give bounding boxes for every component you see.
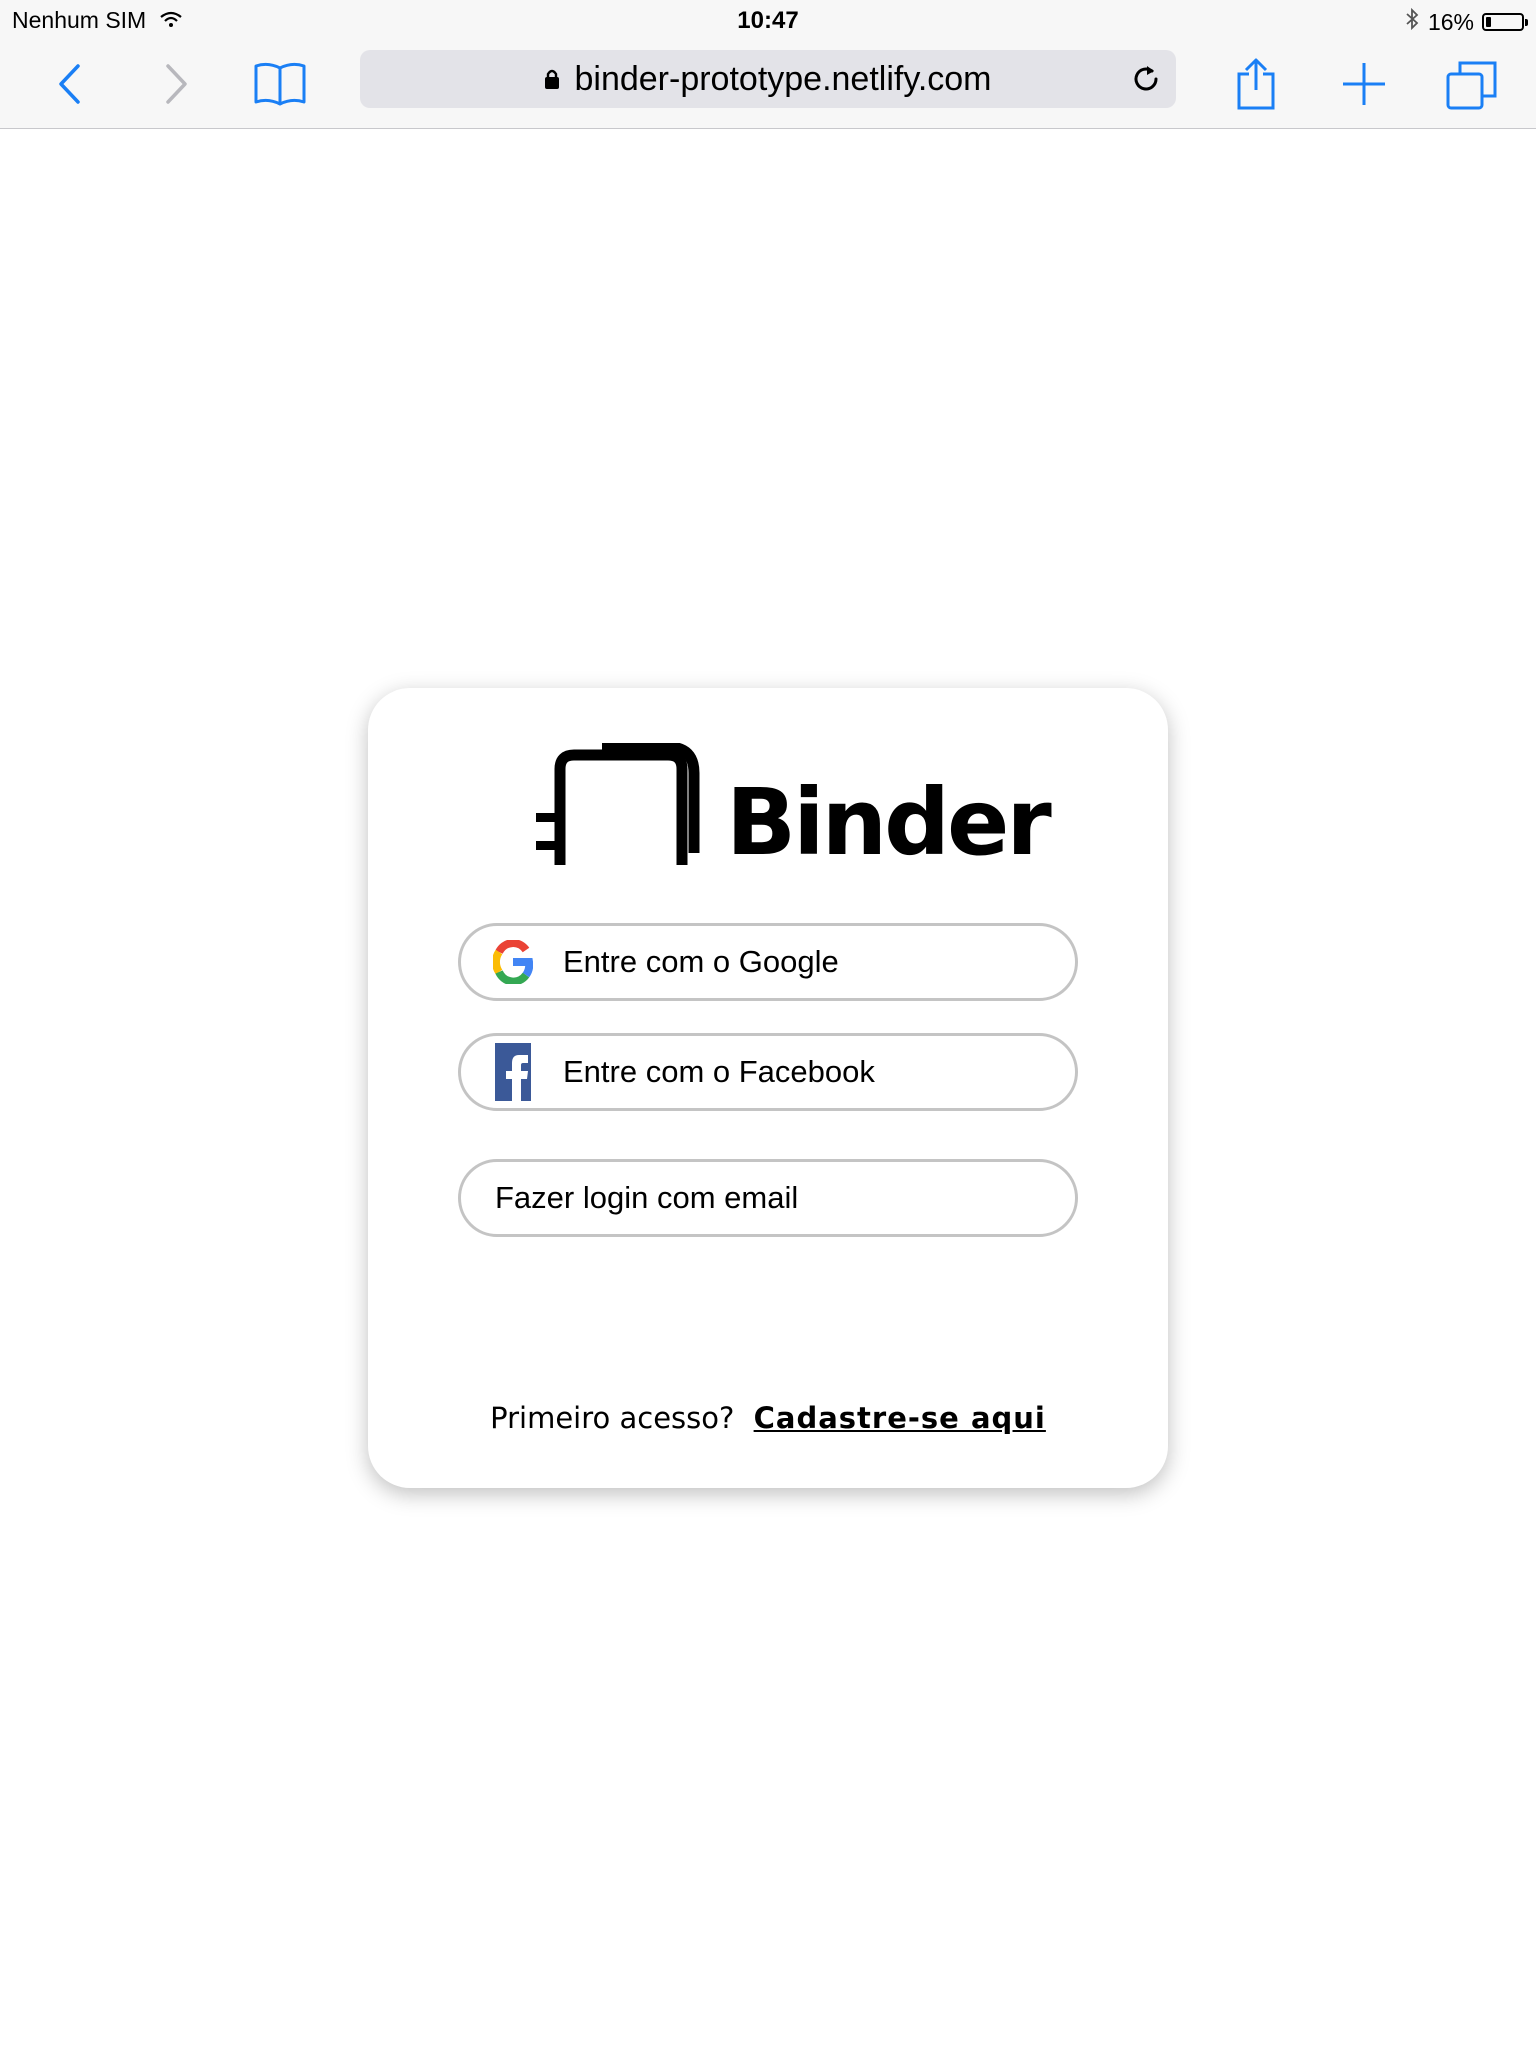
status-right: 16% <box>1404 7 1528 37</box>
forward-button[interactable] <box>146 40 206 128</box>
status-bar: Nenhum SIM 10:47 16% <box>0 0 1536 40</box>
tabs-overview-icon <box>1446 61 1497 110</box>
logo-text: Binder <box>726 769 1052 876</box>
facebook-icon <box>493 1043 533 1101</box>
new-tab-button[interactable] <box>1336 40 1392 128</box>
lock-icon <box>544 60 560 99</box>
share-icon <box>1237 58 1275 110</box>
share-button[interactable] <box>1226 40 1286 128</box>
url-bar[interactable]: binder-prototype.netlify.com <box>360 50 1176 108</box>
bookmarks-button[interactable] <box>248 40 312 128</box>
google-button-label: Entre com o Google <box>563 944 839 979</box>
first-access-text: Primeiro acesso? <box>490 1401 735 1435</box>
binder-logo: Binder <box>536 743 1052 876</box>
reload-button[interactable] <box>1130 63 1162 100</box>
battery-level-fill <box>1486 17 1491 27</box>
login-card: Binder Entre com o Google Entre com o Fa… <box>368 688 1168 1488</box>
signup-link[interactable]: Cadastre-se aqui <box>754 1401 1046 1435</box>
battery-icon <box>1482 13 1528 31</box>
url-display: binder-prototype.netlify.com <box>360 50 1176 108</box>
tabs-button[interactable] <box>1442 40 1502 128</box>
back-button[interactable] <box>40 40 100 128</box>
chevron-right-icon <box>166 64 187 104</box>
clock: 10:47 <box>737 7 799 34</box>
signup-prompt: Primeiro acesso? Cadastre-se aqui <box>368 1401 1168 1435</box>
browser-toolbar: binder-prototype.netlify.com <box>0 40 1536 129</box>
url-text: binder-prototype.netlify.com <box>574 59 992 98</box>
email-login-button[interactable]: Fazer login com email <box>458 1159 1078 1237</box>
email-button-label: Fazer login com email <box>495 1180 799 1215</box>
chevron-left-icon <box>59 64 80 104</box>
bluetooth-icon <box>1404 7 1420 37</box>
binder-logo-icon <box>536 743 700 865</box>
google-icon <box>493 933 533 991</box>
facebook-login-button[interactable]: Entre com o Facebook <box>458 1033 1078 1111</box>
battery-percent: 16% <box>1427 8 1474 35</box>
reload-icon <box>1134 66 1158 91</box>
facebook-button-label: Entre com o Facebook <box>563 1054 875 1089</box>
plus-icon <box>1343 63 1385 105</box>
google-login-button[interactable]: Entre com o Google <box>458 923 1078 1001</box>
book-icon <box>254 62 306 106</box>
